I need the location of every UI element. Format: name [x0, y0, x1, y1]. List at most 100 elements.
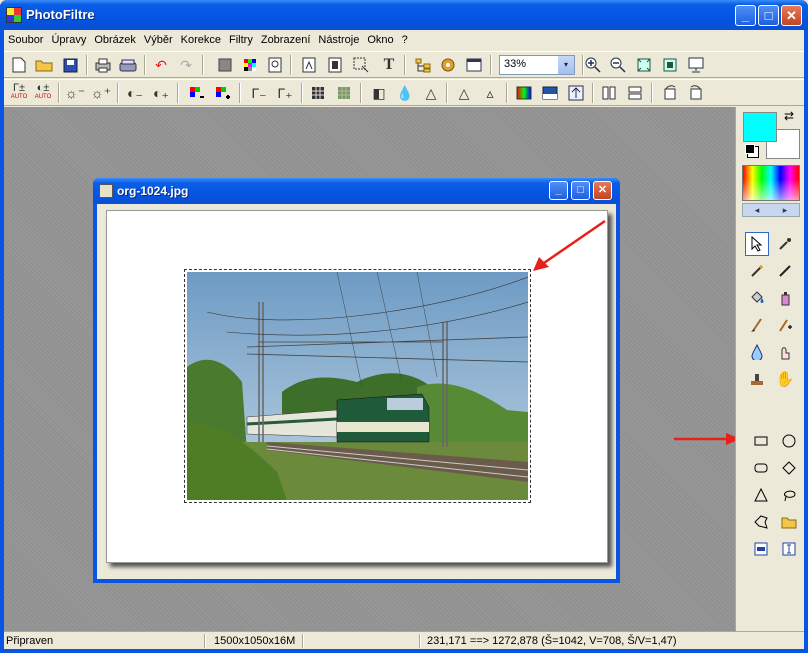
triangle-icon[interactable]: △: [453, 82, 475, 104]
diamond-shape-icon[interactable]: [777, 456, 801, 480]
menu-vyber[interactable]: Výběr: [140, 30, 177, 50]
menu-zobrazeni[interactable]: Zobrazení: [257, 30, 315, 50]
fit-window-icon[interactable]: [659, 54, 681, 76]
doc-close-button[interactable]: ✕: [593, 181, 612, 200]
plugins-icon[interactable]: [437, 54, 459, 76]
client-area: Soubor Úpravy Obrázek Výběr Korekce Filtry Zob…: [4, 30, 804, 649]
save-icon[interactable]: [59, 54, 81, 76]
flip-horizontal-icon[interactable]: [598, 82, 620, 104]
zoom-out-icon[interactable]: [607, 54, 629, 76]
fullscreen-icon[interactable]: [685, 54, 707, 76]
text-tool-icon[interactable]: T: [378, 54, 400, 76]
gamma-plus-icon[interactable]: Γ₊: [274, 82, 296, 104]
sharpen-icon[interactable]: △: [420, 82, 442, 104]
polygon-shape-icon[interactable]: [749, 510, 773, 534]
image-size-icon[interactable]: [298, 54, 320, 76]
saturation-minus-icon[interactable]: [186, 82, 208, 104]
saturation-plus-icon[interactable]: [212, 82, 234, 104]
menu-okno[interactable]: Okno: [363, 30, 397, 50]
color-picker-icon[interactable]: [773, 232, 797, 256]
open-shape-icon[interactable]: [777, 510, 801, 534]
color-palette[interactable]: [742, 165, 800, 201]
doc-minimize-button[interactable]: _: [549, 181, 568, 200]
blur-icon[interactable]: 💧: [394, 82, 416, 104]
auto-contrast-icon[interactable]: ◐± AUTO: [32, 82, 54, 104]
gradient-icon[interactable]: [513, 82, 535, 104]
brightness-minus-icon[interactable]: ☼⁻: [64, 82, 86, 104]
ellipse-shape-icon[interactable]: [777, 429, 801, 453]
scanner-icon[interactable]: [117, 54, 139, 76]
spray-can-icon[interactable]: [773, 286, 797, 310]
lasso-icon[interactable]: [777, 483, 801, 507]
undo-icon[interactable]: ↶: [150, 54, 172, 76]
menu-soubor[interactable]: Soubor: [4, 30, 47, 50]
flip-vertical-icon[interactable]: [624, 82, 646, 104]
menu-obrazek[interactable]: Obrázek: [90, 30, 140, 50]
transform-icon[interactable]: [565, 82, 587, 104]
foreground-color-swatch[interactable]: [743, 112, 777, 142]
zoom-select[interactable]: 33% ▾: [499, 55, 575, 75]
menu-nastroje[interactable]: Nástroje: [314, 30, 363, 50]
smudge-finger-icon[interactable]: [773, 340, 797, 364]
gamma-minus-icon[interactable]: Γ₋: [248, 82, 270, 104]
automation-icon[interactable]: [264, 54, 286, 76]
selection-tool-icon[interactable]: [745, 232, 769, 256]
image-icon[interactable]: [99, 184, 113, 198]
grayscale-icon[interactable]: [214, 54, 236, 76]
menu-upravy[interactable]: Úpravy: [47, 30, 90, 50]
triangle-shape-icon[interactable]: [749, 483, 773, 507]
workspace[interactable]: org-1024.jpg _ □ ✕: [4, 107, 740, 631]
zoom-in-icon[interactable]: [582, 54, 604, 76]
new-file-icon[interactable]: [8, 54, 30, 76]
explorer-icon[interactable]: [412, 54, 434, 76]
annotation-arrow-tool: [674, 433, 740, 445]
open-folder-icon[interactable]: [33, 54, 55, 76]
triangle-outline-icon[interactable]: ▵: [479, 82, 501, 104]
hand-icon[interactable]: ✋: [773, 367, 797, 391]
contrast-minus-icon[interactable]: ◐₋: [124, 82, 146, 104]
redo-icon[interactable]: ↷: [175, 54, 197, 76]
print-icon[interactable]: [92, 54, 114, 76]
rotate-left-icon[interactable]: [659, 82, 681, 104]
document-title-bar[interactable]: org-1024.jpg _ □ ✕: [93, 178, 620, 204]
crop-selection-icon[interactable]: [350, 54, 372, 76]
clone-stamp-icon[interactable]: [745, 367, 769, 391]
selection-rectangle[interactable]: [184, 269, 531, 503]
swap-colors-icon[interactable]: ⇄: [784, 109, 794, 123]
auto-levels-icon[interactable]: Γ± AUTO: [8, 82, 30, 104]
rotate-right-icon[interactable]: [685, 82, 707, 104]
selection-text-icon[interactable]: [777, 537, 801, 561]
brush-icon[interactable]: [745, 313, 769, 337]
grid-icon[interactable]: [307, 82, 329, 104]
texture-icon[interactable]: [333, 82, 355, 104]
blur-drop-icon[interactable]: [745, 340, 769, 364]
selection-to-layer-icon[interactable]: [749, 537, 773, 561]
contrast-plus-icon[interactable]: ◐₊: [150, 82, 172, 104]
palette-prev-icon[interactable]: ◂: [755, 205, 760, 216]
advanced-brush-icon[interactable]: [773, 313, 797, 337]
chevron-down-icon[interactable]: ▾: [558, 56, 574, 74]
window-icon[interactable]: [463, 54, 485, 76]
menu-help[interactable]: ?: [398, 30, 412, 50]
actual-size-icon[interactable]: [633, 54, 655, 76]
menu-korekce[interactable]: Korekce: [177, 30, 225, 50]
line-tool-icon[interactable]: [773, 259, 797, 283]
photofiltre-icon[interactable]: [6, 7, 22, 23]
fill-bucket-icon[interactable]: [745, 286, 769, 310]
title-bar[interactable]: PhotoFiltre _ □ ✕: [0, 0, 808, 30]
canvas-size-icon[interactable]: [324, 54, 346, 76]
magic-wand-icon[interactable]: [745, 259, 769, 283]
brightness-plus-icon[interactable]: ☼⁺: [90, 82, 112, 104]
rectangle-shape-icon[interactable]: [749, 429, 773, 453]
palette-colors-icon[interactable]: [239, 54, 261, 76]
doc-maximize-button[interactable]: □: [571, 181, 590, 200]
default-colors-icon[interactable]: [745, 144, 755, 154]
flip-icon[interactable]: ◧: [368, 82, 390, 104]
mask-icon[interactable]: [539, 82, 561, 104]
palette-next-icon[interactable]: ▸: [783, 205, 788, 216]
menu-filtry[interactable]: Filtry: [225, 30, 257, 50]
minimize-button[interactable]: _: [735, 5, 756, 26]
maximize-button[interactable]: □: [758, 5, 779, 26]
rounded-rectangle-icon[interactable]: [749, 456, 773, 480]
close-button[interactable]: ✕: [781, 5, 802, 26]
